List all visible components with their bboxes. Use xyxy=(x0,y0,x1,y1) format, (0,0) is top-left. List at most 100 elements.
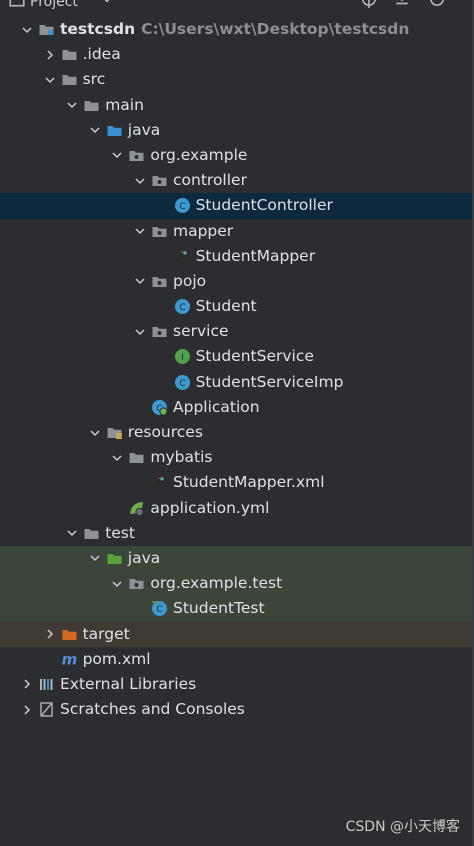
tree-node-label: org.example.test xyxy=(150,574,283,593)
svg-text:m: m xyxy=(61,651,77,668)
project-header: Project xyxy=(0,0,474,14)
tree-node-label: Student xyxy=(195,297,257,316)
tree-node-service[interactable]: service xyxy=(0,319,474,344)
chevron-down-icon[interactable] xyxy=(88,546,102,571)
chevron-down-icon[interactable] xyxy=(110,143,124,168)
chevron-right-icon[interactable] xyxy=(43,42,57,67)
tree-node-mybatis[interactable]: mybatis xyxy=(0,445,474,470)
mybatis-icon xyxy=(151,474,168,491)
project-path: C:\Users\wxt\Desktop\testcsdn xyxy=(141,20,410,38)
folder-icon xyxy=(61,46,78,63)
tree-node-label: testcsdn C:\Users\wxt\Desktop\testcsdn xyxy=(60,20,410,38)
tree-node-java[interactable]: java xyxy=(0,545,474,572)
project-tool-window: Project testcsdn C:\Users\wxt\Desktop\tes… xyxy=(0,0,474,846)
package-icon xyxy=(151,223,168,240)
tree-node-application[interactable]: C Application xyxy=(0,395,474,420)
tree-node-java[interactable]: java xyxy=(0,118,474,143)
tree-node-target[interactable]: target xyxy=(0,621,474,647)
tree-node-label: service xyxy=(173,322,229,341)
tree-node-studentcontroller[interactable]: C StudentController xyxy=(0,193,474,219)
tree-node-label: src xyxy=(82,70,106,89)
class-icon: C xyxy=(174,374,191,391)
svg-text:C: C xyxy=(179,379,185,389)
tree-node-resources[interactable]: resources xyxy=(0,420,474,445)
collapse-all-icon[interactable] xyxy=(393,0,411,8)
tree-node-label: pojo xyxy=(173,271,207,290)
chevron-down-icon[interactable] xyxy=(20,17,34,42)
project-header-title[interactable]: Project xyxy=(30,0,78,10)
chevron-down-icon[interactable] xyxy=(65,93,79,118)
tree-node-label: StudentMapper xyxy=(195,246,316,265)
tree-node-label: StudentMapper.xml xyxy=(173,473,325,492)
resources-folder-icon xyxy=(106,424,123,441)
tree-node-label: External Libraries xyxy=(60,674,197,693)
chevron-right-icon[interactable] xyxy=(20,697,34,722)
project-tree: testcsdn C:\Users\wxt\Desktop\testcsdn .id… xyxy=(0,17,474,722)
module-folder-icon xyxy=(38,21,55,38)
tree-node-pom-xml[interactable]: m pom.xml xyxy=(0,647,474,672)
tree-node-label: mapper xyxy=(173,221,234,240)
svg-text:C: C xyxy=(179,202,185,212)
package-icon xyxy=(151,172,168,189)
tree-node-label: java xyxy=(127,548,161,567)
options-menu-icon[interactable] xyxy=(428,0,446,8)
tree-node-org-example-test[interactable]: org.example.test xyxy=(0,571,474,597)
tree-node-student[interactable]: C Student xyxy=(0,294,474,319)
tree-node-external-libraries[interactable]: External Libraries xyxy=(0,672,474,697)
tree-node-test[interactable]: test xyxy=(0,521,474,546)
tree-node-label: application.yml xyxy=(150,498,270,517)
package-icon xyxy=(151,273,168,290)
tree-node-main[interactable]: main xyxy=(0,93,474,118)
tree-node-studentmapper-xml[interactable]: StudentMapper.xml xyxy=(0,470,474,495)
tree-node-studentmapper[interactable]: StudentMapper xyxy=(0,244,474,269)
scratches-icon xyxy=(38,701,55,718)
chevron-down-icon[interactable] xyxy=(43,67,57,92)
view-options-chevron-icon[interactable] xyxy=(98,0,116,8)
chevron-down-icon[interactable] xyxy=(110,571,124,596)
tree-node-label: controller xyxy=(173,171,247,190)
locate-file-icon[interactable] xyxy=(360,0,378,8)
package-icon xyxy=(151,323,168,340)
folder-icon xyxy=(61,71,78,88)
svg-text:I: I xyxy=(181,353,184,363)
test-folder-icon xyxy=(106,550,123,567)
tree-node-studentservice[interactable]: I StudentService xyxy=(0,344,474,369)
chevron-down-icon[interactable] xyxy=(88,118,102,143)
tree-node-label: java xyxy=(127,120,161,139)
chevron-down-icon[interactable] xyxy=(65,521,79,546)
folder-icon xyxy=(128,449,145,466)
chevron-down-icon[interactable] xyxy=(133,269,147,294)
mybatis-icon xyxy=(174,248,191,265)
tree-node-idea[interactable]: .idea xyxy=(0,42,474,67)
tree-node-label: StudentController xyxy=(195,196,333,215)
tree-node-src[interactable]: src xyxy=(0,67,474,92)
tree-node-controller[interactable]: controller xyxy=(0,168,474,193)
chevron-down-icon[interactable] xyxy=(110,445,124,470)
tree-node-label: main xyxy=(105,95,144,114)
svg-text:C: C xyxy=(179,303,185,313)
tree-node-label: StudentServiceImp xyxy=(195,372,344,391)
excluded-folder-icon xyxy=(61,626,78,643)
tree-node-application-yml[interactable]: application.yml xyxy=(0,496,474,521)
chevron-down-icon[interactable] xyxy=(88,420,102,445)
tree-node-org-example[interactable]: org.example xyxy=(0,143,474,168)
chevron-right-icon[interactable] xyxy=(20,672,34,697)
tree-node-studenttest[interactable]: C StudentTest xyxy=(0,596,474,622)
chevron-down-icon[interactable] xyxy=(133,319,147,344)
folder-icon xyxy=(83,525,100,542)
chevron-right-icon[interactable] xyxy=(43,622,57,647)
source-folder-icon xyxy=(106,122,123,139)
chevron-down-icon[interactable] xyxy=(133,219,147,244)
tree-node-label: Scratches and Consoles xyxy=(60,700,245,719)
chevron-down-icon[interactable] xyxy=(133,168,147,193)
project-view-icon[interactable] xyxy=(8,0,26,8)
tree-node-studentserviceimp[interactable]: C StudentServiceImp xyxy=(0,370,474,395)
tree-node-scratches-and-consoles[interactable]: Scratches and Consoles xyxy=(0,697,474,722)
tree-node-label: resources xyxy=(127,423,203,441)
tree-node-testcsdn[interactable]: testcsdn C:\Users\wxt\Desktop\testcsdn xyxy=(0,17,474,42)
tree-node-mapper[interactable]: mapper xyxy=(0,219,474,244)
tree-node-label: test xyxy=(105,523,135,542)
package-icon xyxy=(128,575,145,592)
class-icon: C xyxy=(174,298,191,315)
tree-node-pojo[interactable]: pojo xyxy=(0,269,474,294)
